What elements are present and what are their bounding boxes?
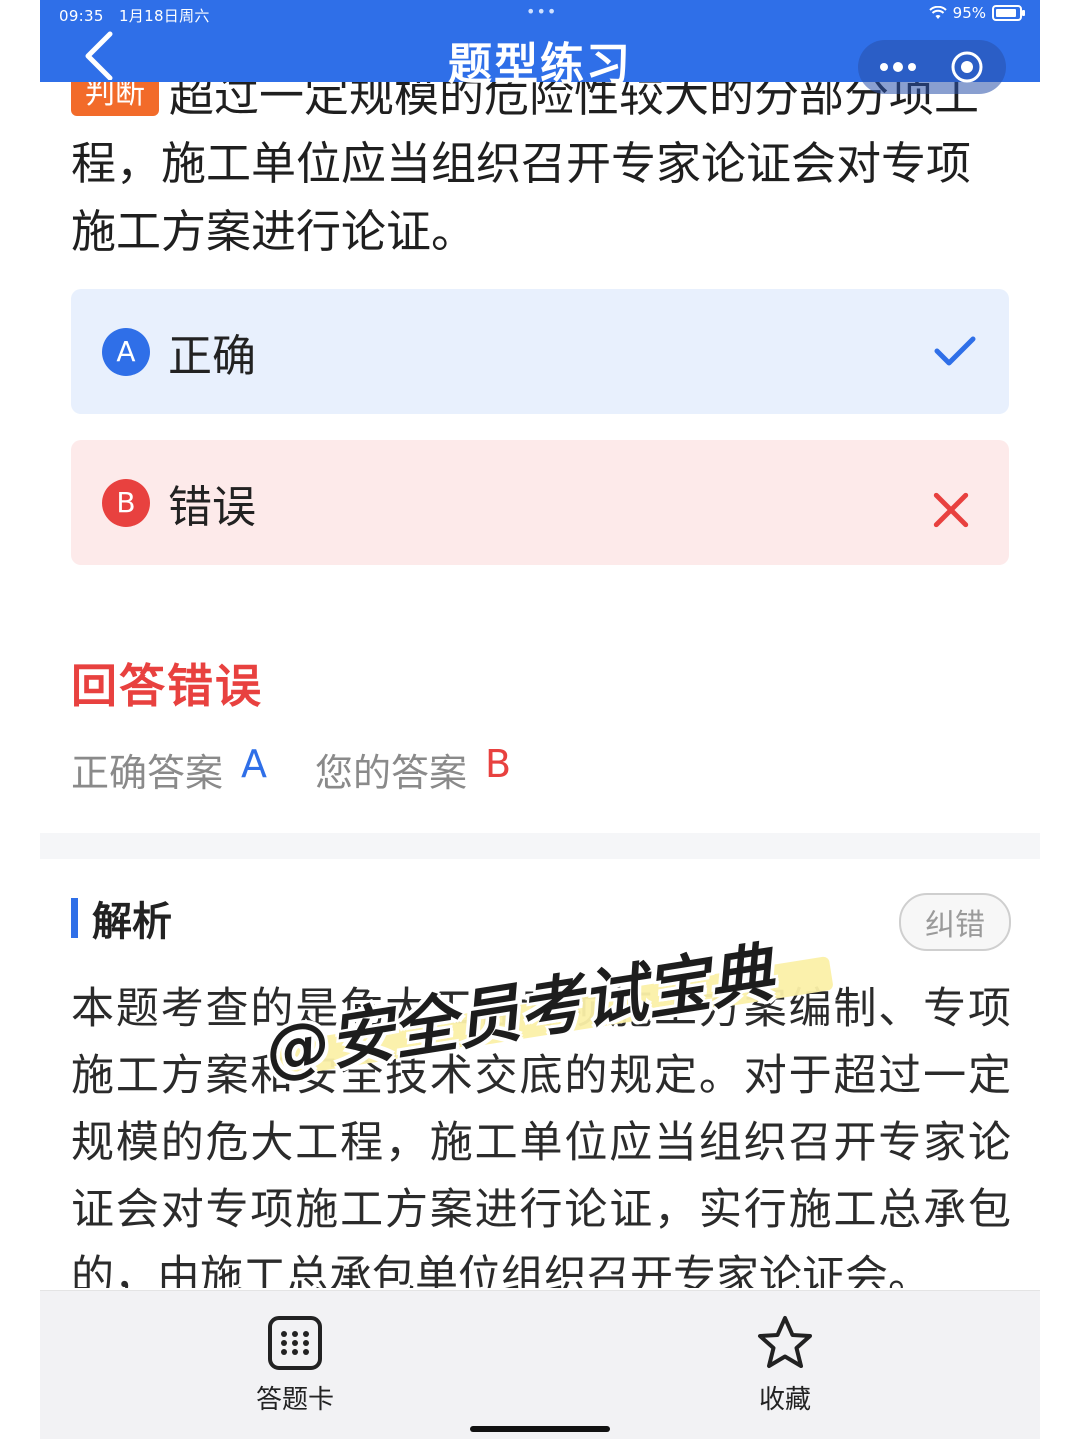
check-icon — [934, 336, 976, 366]
option-text-a: 正确 — [168, 330, 256, 382]
analysis-header: 解析 — [71, 893, 172, 945]
battery-icon — [992, 5, 1025, 21]
option-letter-a: A — [102, 327, 150, 376]
option-letter-b: B — [102, 478, 150, 527]
mini-program-capsule — [858, 40, 1006, 94]
cross-icon — [933, 492, 969, 528]
target-circle-icon — [951, 51, 983, 83]
analysis-title: 解析 — [92, 899, 172, 945]
favorite-button[interactable]: 收藏 — [715, 1315, 855, 1416]
answer-summary: 正确答案 A 您的答案 B — [71, 742, 511, 797]
home-indicator — [470, 1426, 610, 1432]
close-button[interactable] — [950, 50, 984, 84]
your-answer-value: B — [485, 742, 512, 786]
status-time: 09:35 1月18日周六 — [59, 7, 210, 25]
question-text-block: 判断 超过一定规模的危险性较大的分部分项工程，施工单位应当组织召开专家论证会对专项… — [71, 62, 1011, 266]
correct-answer-value: A — [241, 742, 268, 786]
app-frame: 09:35 1月18日周六 ••• 95% 题型练习 判断 超过一定规模的危险性… — [40, 0, 1040, 1439]
option-text-b: 错误 — [168, 481, 256, 533]
multitask-dots[interactable]: ••• — [526, 2, 557, 21]
answer-card-grid-icon — [268, 1316, 322, 1370]
your-answer-label: 您的答案 — [315, 751, 468, 795]
result-title: 回答错误 — [71, 659, 263, 713]
battery-percent: 95% — [952, 4, 986, 22]
option-a[interactable]: A 正确 — [71, 289, 1009, 414]
wifi-icon — [928, 6, 947, 19]
status-right: 95% — [928, 4, 1025, 22]
analysis-accent-bar — [71, 898, 78, 938]
analysis-text: 本题考查的是危大工程专项施工方案编制、专项施工方案和安全技术交底的规定。对于超过… — [71, 984, 1011, 1288]
more-button[interactable] — [878, 50, 918, 84]
favorite-label: 收藏 — [758, 1385, 811, 1415]
star-icon — [758, 1316, 812, 1368]
answer-card-label: 答题卡 — [255, 1385, 334, 1415]
option-b[interactable]: B 错误 — [71, 440, 1009, 565]
correct-answer-label: 正确答案 — [71, 751, 224, 795]
bottom-toolbar: 答题卡 收藏 — [40, 1290, 1040, 1439]
more-dots-icon — [880, 62, 916, 72]
question-text: 超过一定规模的危险性较大的分部分项工程，施工单位应当组织召开专家论证会对专项施工… — [71, 69, 980, 258]
report-error-button[interactable]: 纠错 — [899, 893, 1011, 951]
answer-card-button[interactable]: 答题卡 — [225, 1315, 365, 1416]
section-divider — [40, 833, 1040, 859]
